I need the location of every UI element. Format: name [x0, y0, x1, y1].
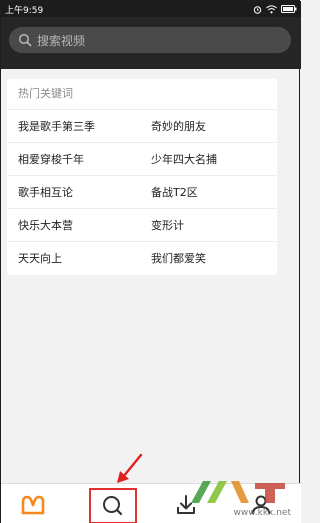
watermark-text: www.kkx.net [233, 508, 292, 518]
keyword-row: 歌手相互论 备战T2区 [7, 175, 277, 208]
hot-keywords-card: 热门关键词 我是歌手第三季 奇妙的朋友 相爱穿梭千年 少年四大名捕 歌手相互论 … [7, 79, 277, 275]
keyword-row: 快乐大本营 变形计 [7, 208, 277, 241]
red-arrow-annotation [117, 453, 143, 483]
top-bar: 搜索视频 [1, 17, 301, 69]
keyword-row: 相爱穿梭千年 少年四大名捕 [7, 142, 277, 175]
search-placeholder: 搜索视频 [37, 33, 86, 48]
status-time: 上午9:59 [5, 5, 44, 16]
status-icons [253, 4, 297, 14]
status-bar: 上午9:59 [1, 1, 301, 17]
alarm-icon [253, 5, 262, 14]
keyword-item[interactable]: 我是歌手第三季 [7, 118, 142, 134]
keyword-item[interactable]: 少年四大名捕 [142, 151, 277, 167]
keyword-row: 我是歌手第三季 奇妙的朋友 [7, 109, 277, 142]
keyword-row: 天天向上 我们都爱笑 [7, 241, 277, 274]
keyword-item[interactable]: 歌手相互论 [7, 184, 142, 200]
keyword-item[interactable]: 天天向上 [7, 250, 142, 266]
hot-keywords-list: 我是歌手第三季 奇妙的朋友 相爱穿梭千年 少年四大名捕 歌手相互论 备战T2区 … [7, 109, 277, 274]
battery-icon [281, 5, 297, 13]
search-icon [18, 33, 32, 47]
keyword-item[interactable]: 变形计 [142, 217, 277, 233]
keyword-item[interactable]: 备战T2区 [142, 184, 277, 200]
home-icon [21, 495, 45, 514]
keyword-item[interactable]: 我们都爱笑 [142, 250, 277, 266]
keyword-item[interactable]: 快乐大本营 [7, 217, 142, 233]
search-icon [103, 496, 123, 516]
wifi-icon [266, 4, 277, 13]
hot-keywords-title: 热门关键词 [18, 87, 73, 100]
nav-search[interactable] [89, 488, 137, 523]
keyword-item[interactable]: 相爱穿梭千年 [7, 151, 142, 167]
nav-home[interactable] [3, 484, 63, 523]
keyword-item[interactable]: 奇妙的朋友 [142, 118, 277, 134]
search-input[interactable]: 搜索视频 [9, 27, 291, 53]
